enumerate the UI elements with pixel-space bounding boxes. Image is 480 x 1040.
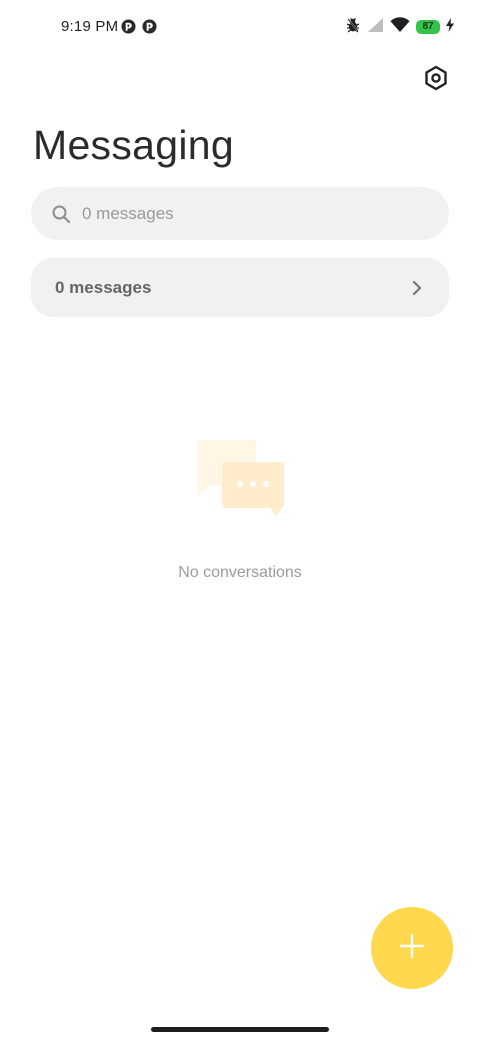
- settings-button[interactable]: [418, 62, 454, 98]
- search-icon: [51, 204, 71, 224]
- cellular-signal-icon: [367, 17, 384, 38]
- charging-bolt-icon: [446, 17, 454, 37]
- messages-row-label: 0 messages: [55, 277, 152, 297]
- page-title: Messaging: [33, 122, 234, 168]
- status-time: 9:19 PM: [61, 18, 119, 35]
- messaging-screen: 9:19 PM 87 Messaging 0 messages 0 messag…: [0, 0, 480, 1040]
- search-placeholder: 0 messages: [82, 203, 174, 223]
- empty-state-text: No conversations: [178, 564, 302, 581]
- home-indicator[interactable]: [151, 1027, 329, 1032]
- chevron-right-icon: [409, 280, 425, 296]
- bug-icon: [345, 17, 361, 38]
- status-bar: 9:19 PM 87: [0, 0, 480, 56]
- wifi-icon: [390, 16, 410, 38]
- new-conversation-button[interactable]: [371, 907, 453, 989]
- settings-hexagon-icon: [423, 65, 449, 96]
- search-bar[interactable]: 0 messages: [31, 187, 449, 240]
- chat-bubbles-icon: [196, 438, 286, 518]
- plus-icon: [399, 933, 425, 964]
- status-indicators: 87: [345, 16, 454, 38]
- battery-icon: 87: [416, 20, 440, 34]
- app-notification-icon: [142, 19, 157, 34]
- battery-level: 87: [422, 21, 434, 32]
- messages-row[interactable]: 0 messages: [31, 258, 449, 317]
- app-notification-icon: [121, 19, 136, 34]
